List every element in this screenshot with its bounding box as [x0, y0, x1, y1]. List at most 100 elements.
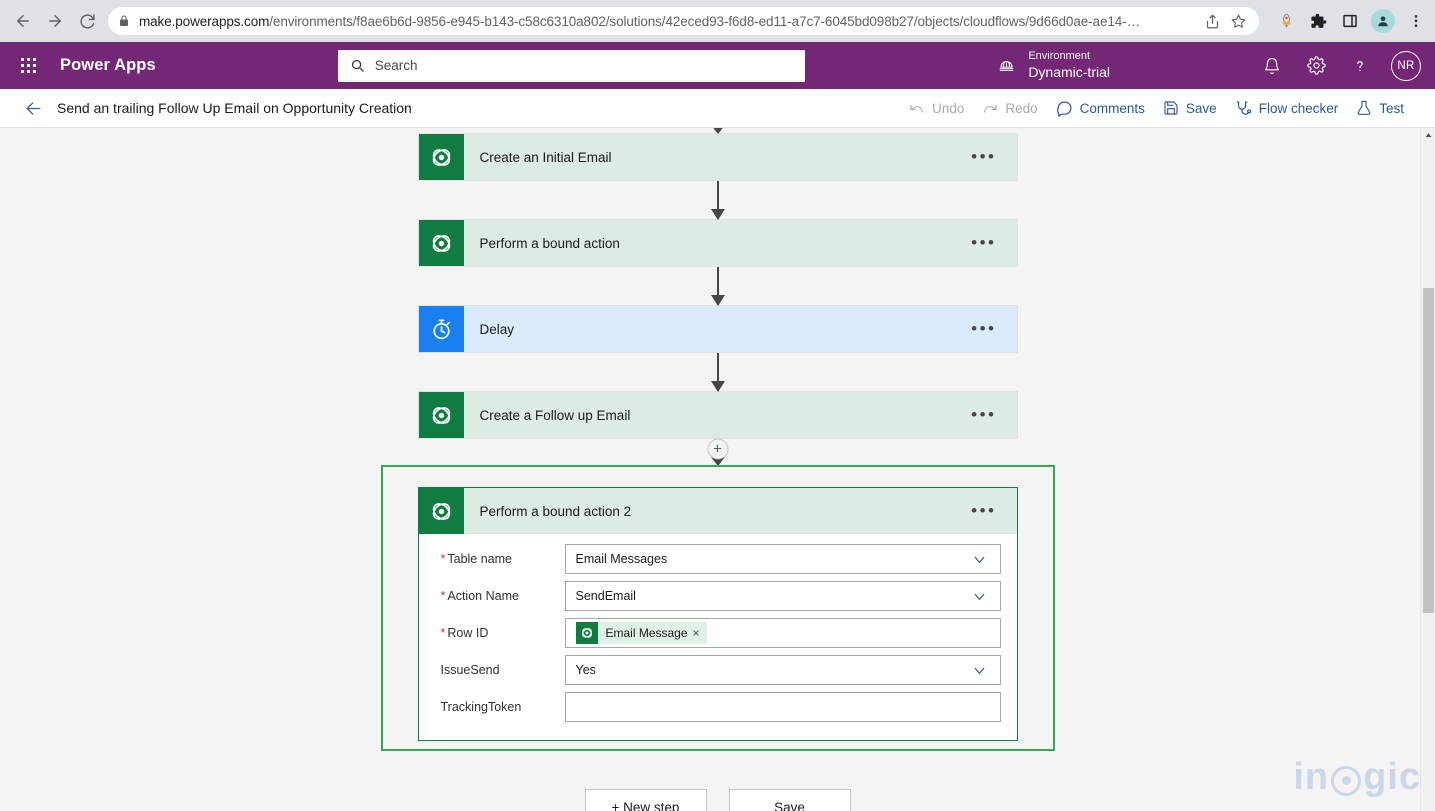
command-bar: Send an trailing Follow Up Email on Oppo…: [0, 89, 1435, 128]
save-label: Save: [1186, 101, 1217, 116]
browser-extension-icons: [1267, 9, 1427, 33]
powerapps-brand[interactable]: Power Apps: [60, 56, 156, 75]
test-button[interactable]: Test: [1347, 93, 1413, 123]
selected-step-highlight: Perform a bound action 2 ••• *Table name…: [381, 465, 1055, 751]
field-label-table-name: *Table name: [433, 552, 565, 566]
token-label: Email Message: [598, 626, 693, 640]
comments-label: Comments: [1080, 101, 1145, 116]
user-avatar[interactable]: NR: [1391, 51, 1421, 81]
gear-icon[interactable]: [1299, 49, 1333, 83]
label-text: Action Name: [447, 589, 519, 603]
flow-step-perform-a-bound-action-2[interactable]: Perform a bound action 2 ••• *Table name…: [418, 487, 1018, 741]
side-panel-icon[interactable]: [1339, 10, 1361, 32]
search-icon: [350, 58, 365, 73]
table-name-dropdown[interactable]: Email Messages: [565, 544, 1001, 574]
browser-toolbar: make.powerapps.com/environments/f8ae6b6d…: [0, 0, 1435, 42]
dataverse-icon: [419, 488, 464, 534]
question-mark-icon[interactable]: [1343, 49, 1377, 83]
label-text: Table name: [447, 552, 512, 566]
browser-nav-buttons: [8, 6, 102, 36]
address-bar[interactable]: make.powerapps.com/environments/f8ae6b6d…: [108, 7, 1259, 35]
forward-arrow-icon[interactable]: [40, 6, 70, 36]
flow-step-create-a-follow-up-email[interactable]: Create a Follow up Email •••: [418, 391, 1018, 439]
flow-step-title: Create a Follow up Email: [480, 408, 972, 423]
flow-step-perform-a-bound-action[interactable]: Perform a bound action •••: [418, 219, 1018, 267]
chevron-down-icon[interactable]: [971, 551, 988, 568]
omnibox-actions: [1201, 10, 1249, 32]
three-dot-menu-icon[interactable]: [1405, 10, 1427, 32]
required-asterisk: *: [441, 552, 446, 566]
flow-step-title: Delay: [480, 322, 972, 337]
search-input[interactable]: Search: [338, 50, 805, 82]
flow-step-title: Perform a bound action: [480, 236, 972, 251]
row-id-input[interactable]: Email Message ×: [565, 618, 1001, 648]
flow-checker-label: Flow checker: [1259, 101, 1339, 116]
environment-globe-icon: [997, 56, 1016, 75]
flow-checker-button[interactable]: Flow checker: [1226, 93, 1348, 123]
chevron-down-icon[interactable]: [971, 588, 988, 605]
undo-button[interactable]: Undo: [900, 93, 973, 123]
field-row-action-name: *Action Name SendEmail: [433, 578, 1001, 614]
scrollbar-thumb[interactable]: [1423, 288, 1434, 613]
ellipsis-icon[interactable]: •••: [971, 239, 996, 247]
connector-top-partial: [717, 128, 719, 133]
insert-step-button[interactable]: +: [707, 439, 728, 460]
page-title: Send an trailing Follow Up Email on Oppo…: [57, 100, 412, 116]
comment-icon: [1056, 100, 1073, 117]
dataverse-icon: [419, 134, 464, 180]
back-button[interactable]: [24, 99, 43, 118]
profile-avatar-icon[interactable]: [1371, 9, 1395, 33]
ellipsis-icon[interactable]: •••: [971, 507, 996, 515]
watermark-o-icon: [1331, 766, 1361, 796]
flow-step-create-an-initial-email[interactable]: Create an Initial Email •••: [418, 133, 1018, 181]
flask-icon: [1356, 100, 1372, 116]
redo-label: Redo: [1005, 101, 1037, 116]
rocket-icon[interactable]: [1275, 10, 1297, 32]
expanded-step-title: Perform a bound action 2: [480, 504, 972, 519]
flow-step-delay[interactable]: Delay •••: [418, 305, 1018, 353]
ellipsis-icon[interactable]: •••: [971, 153, 996, 161]
issuesend-dropdown[interactable]: Yes: [565, 655, 1001, 685]
field-row-row-id: *Row ID: [433, 615, 1001, 651]
label-text: IssueSend: [441, 663, 500, 677]
field-row-table-name: *Table name Email Messages: [433, 541, 1001, 577]
trackingtoken-input[interactable]: [565, 692, 1001, 722]
flow-step-column: Create an Initial Email ••• Perform a bo…: [0, 128, 1435, 811]
header-right-cluster: Environment Dynamic-trial NR: [997, 49, 1421, 83]
save-button[interactable]: Save: [1154, 93, 1226, 123]
save-flow-button[interactable]: Save: [729, 789, 851, 811]
dataverse-icon: [576, 622, 598, 644]
close-icon[interactable]: ×: [693, 626, 707, 640]
dataverse-icon: [419, 220, 464, 266]
field-label-issuesend: IssueSend: [433, 663, 565, 677]
expanded-step-header[interactable]: Perform a bound action 2 •••: [419, 488, 1017, 534]
field-label-row-id: *Row ID: [433, 626, 565, 640]
back-arrow-icon[interactable]: [8, 6, 38, 36]
app-launcher-icon[interactable]: [10, 46, 46, 86]
puzzle-piece-icon[interactable]: [1307, 10, 1329, 32]
field-label-action-name: *Action Name: [433, 589, 565, 603]
undo-label: Undo: [932, 101, 964, 116]
reload-icon[interactable]: [72, 6, 102, 36]
stopwatch-icon: [419, 306, 464, 352]
required-asterisk: *: [441, 589, 446, 603]
vertical-scrollbar[interactable]: [1420, 128, 1435, 811]
environment-selector[interactable]: Environment Dynamic-trial: [997, 50, 1110, 81]
save-disk-icon: [1163, 100, 1179, 116]
chevron-down-icon[interactable]: [971, 662, 988, 679]
dynamic-content-token[interactable]: Email Message ×: [576, 622, 707, 644]
bell-icon[interactable]: [1255, 49, 1289, 83]
ellipsis-icon[interactable]: •••: [971, 325, 996, 333]
action-name-dropdown[interactable]: SendEmail: [565, 581, 1001, 611]
star-icon[interactable]: [1227, 10, 1249, 32]
scroll-up-arrow-icon[interactable]: [1421, 128, 1435, 143]
share-icon[interactable]: [1201, 10, 1223, 32]
connector-2: [717, 267, 719, 305]
watermark-post: gic: [1363, 756, 1421, 799]
comments-button[interactable]: Comments: [1047, 93, 1154, 123]
redo-button[interactable]: Redo: [973, 93, 1046, 123]
ellipsis-icon[interactable]: •••: [971, 411, 996, 419]
command-bar-actions: Undo Redo Comments Save Flow checker: [900, 93, 1413, 123]
new-step-button[interactable]: + New step: [585, 789, 707, 811]
label-text: TrackingToken: [441, 700, 522, 714]
